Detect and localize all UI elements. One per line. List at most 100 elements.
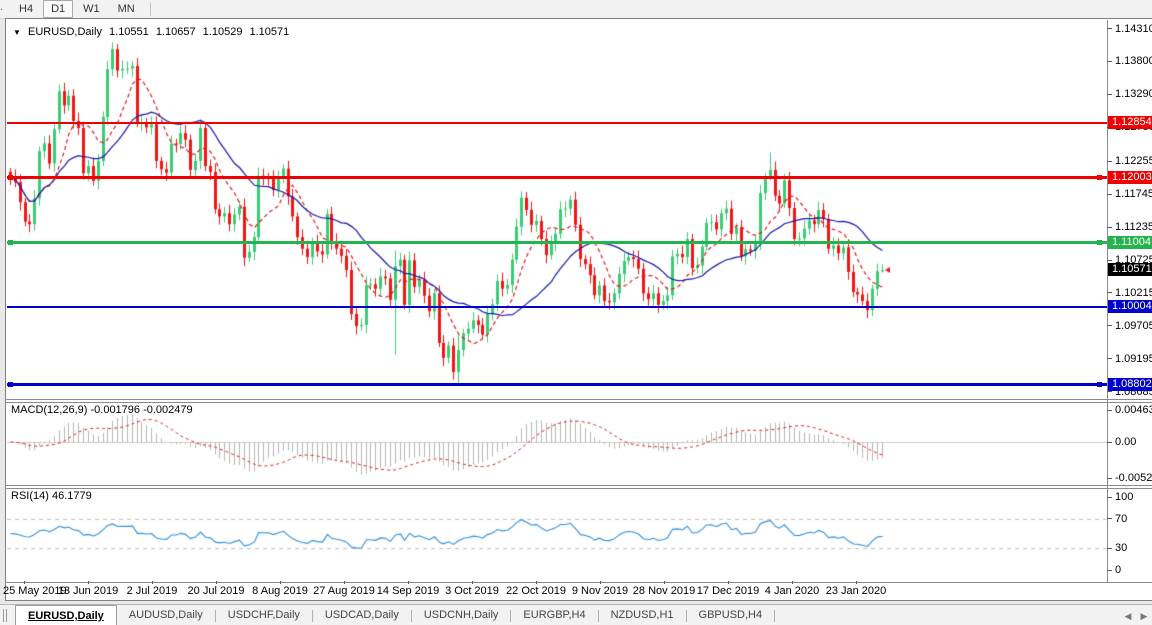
rsi-axis-label: 100 [1115,491,1134,503]
tab-scroll-right-icon[interactable]: ▶ [1138,610,1150,622]
date-label: 23 Jan 2020 [825,585,887,597]
line-handle[interactable] [1097,239,1102,245]
date-label: 9 Nov 2019 [571,585,629,597]
price-chart-pane[interactable] [7,20,1107,399]
date-label: 3 Oct 2019 [445,585,499,597]
date-tick [600,581,601,584]
horizontal-line-1.10004[interactable] [7,305,1107,308]
price-flag-1.10004: 1.10004 [1108,300,1152,314]
chart-tab-usdchf[interactable]: USDCHF,Daily [216,606,312,625]
tabbar-grip[interactable] [3,609,4,622]
price-tick [1107,358,1112,360]
chart-tab-audusd[interactable]: AUDUSD,Daily [117,606,215,625]
date-tick [280,581,281,584]
price-axis-label: 1.09705 [1115,319,1152,332]
timeframe-toolbar: . H4 D1 W1 MN [0,0,1152,19]
tab-scroll-left-icon[interactable]: ◀ [1122,610,1134,622]
pane-separator[interactable] [5,485,1152,486]
mt4-application: . H4 D1 W1 MN ▼ EURUSD,Daily 1.10551 1.1065… [0,0,1152,625]
line-handle[interactable] [1097,175,1102,180]
low-value: 1.10529 [202,26,243,38]
chart-tab-usdcad[interactable]: USDCAD,Daily [313,606,411,625]
rsi-axis-tick [1107,569,1112,571]
date-tick [856,581,857,584]
price-tick [1107,391,1112,393]
date-label: 14 Sep 2019 [376,585,440,597]
chart-tab-gbpusd[interactable]: GBPUSD,H4 [687,606,775,625]
timeframe-button-mn[interactable]: MN [110,0,143,18]
date-tick [152,581,153,584]
price-axis-label: 1.14310 [1115,22,1152,35]
price-axis-label: 1.13290 [1115,88,1152,101]
price-tick [1107,259,1112,261]
date-tick [536,581,537,584]
rsi-indicator-pane[interactable] [7,489,1107,581]
chart-ohlc-header: ▼ EURUSD,Daily 1.10551 1.10657 1.10529 1… [13,26,293,38]
date-tick [216,581,217,584]
price-tick [1107,93,1112,95]
macd-main-value: -0.001796 [90,404,141,416]
chart-tab-nzdusd[interactable]: NZDUSD,H1 [599,606,686,625]
rsi-axis-tick [1107,547,1112,549]
price-axis-label: 1.09195 [1115,352,1152,365]
horizontal-line-1.12003[interactable] [7,175,1107,180]
date-label: 22 Oct 2019 [506,585,566,597]
date-label: 4 Jan 2020 [764,585,820,597]
chart-tab-bar: EURUSD,Daily AUDUSD,Daily USDCHF,Daily USDC… [0,604,1152,625]
date-tick [344,581,345,584]
price-tick [1107,28,1112,30]
price-flag-1.11004: 1.11004 [1108,235,1152,249]
close-value: 1.10571 [249,26,290,38]
date-tick [728,581,729,584]
rsi-axis-tick [1107,496,1112,498]
chart-tab-eurgbp[interactable]: EURGBP,H4 [511,606,597,625]
rsi-label: RSI(14) 46.1779 [11,490,92,502]
horizontal-line-1.08802[interactable] [7,381,1107,387]
macd-signal-value: -0.002479 [143,404,193,416]
macd-axis-tick [1107,409,1112,411]
timeframe-button-h4[interactable]: H4 [11,0,41,18]
macd-axis-label: 0.00463 [1115,404,1152,417]
symbol-dropdown-icon[interactable]: ▼ [13,28,21,37]
date-tick [664,581,665,584]
price-axis-label: 1.12255 [1115,155,1152,168]
tabbar-grip[interactable] [6,609,7,622]
line-handle[interactable] [8,381,13,387]
macd-axis-tick [1107,477,1112,479]
tab-divider [774,609,776,622]
price-tick [1107,193,1112,195]
line-handle[interactable] [8,239,13,245]
timeframe-button-d1[interactable]: D1 [43,0,74,18]
date-tick [408,581,409,584]
price-tick [1107,160,1112,162]
price-axis-label: 1.11235 [1115,221,1152,234]
timeframe-button-w1[interactable]: W1 [75,0,108,18]
rsi-axis-tick [1107,518,1112,520]
price-axis-label: 1.11745 [1115,188,1152,201]
line-handle[interactable] [1097,381,1102,387]
line-handle[interactable] [8,175,13,180]
symbol-period-label: EURUSD,Daily [27,26,102,38]
horizontal-line-1.12854[interactable] [7,121,1107,124]
date-label: 17 Dec 2019 [696,585,760,597]
date-tick [88,581,89,584]
high-value: 1.10657 [155,26,196,38]
price-flag-1.08802: 1.08802 [1108,377,1152,391]
price-axis-label: 1.10215 [1115,286,1152,299]
rsi-axis-label: 30 [1115,542,1128,555]
date-tick [24,581,25,584]
horizontal-line-1.11004[interactable] [7,239,1107,245]
pane-separator [5,488,1152,489]
price-tick [1107,292,1112,294]
pane-separator [5,402,1152,403]
pane-separator[interactable] [5,399,1152,400]
toolbar-separator [149,2,151,16]
chart-tab-usdcnh[interactable]: USDCNH,Daily [412,606,511,625]
macd-axis-label: -0.00529 [1115,472,1152,485]
date-tick [792,581,793,584]
chart-tab-eurusd[interactable]: EURUSD,Daily [15,605,117,625]
toolbar-overflow-button[interactable]: . [0,1,10,17]
price-tick [1107,325,1112,327]
date-label: 20 Jul 2019 [187,585,245,597]
price-axis-label: 1.13800 [1115,55,1152,68]
